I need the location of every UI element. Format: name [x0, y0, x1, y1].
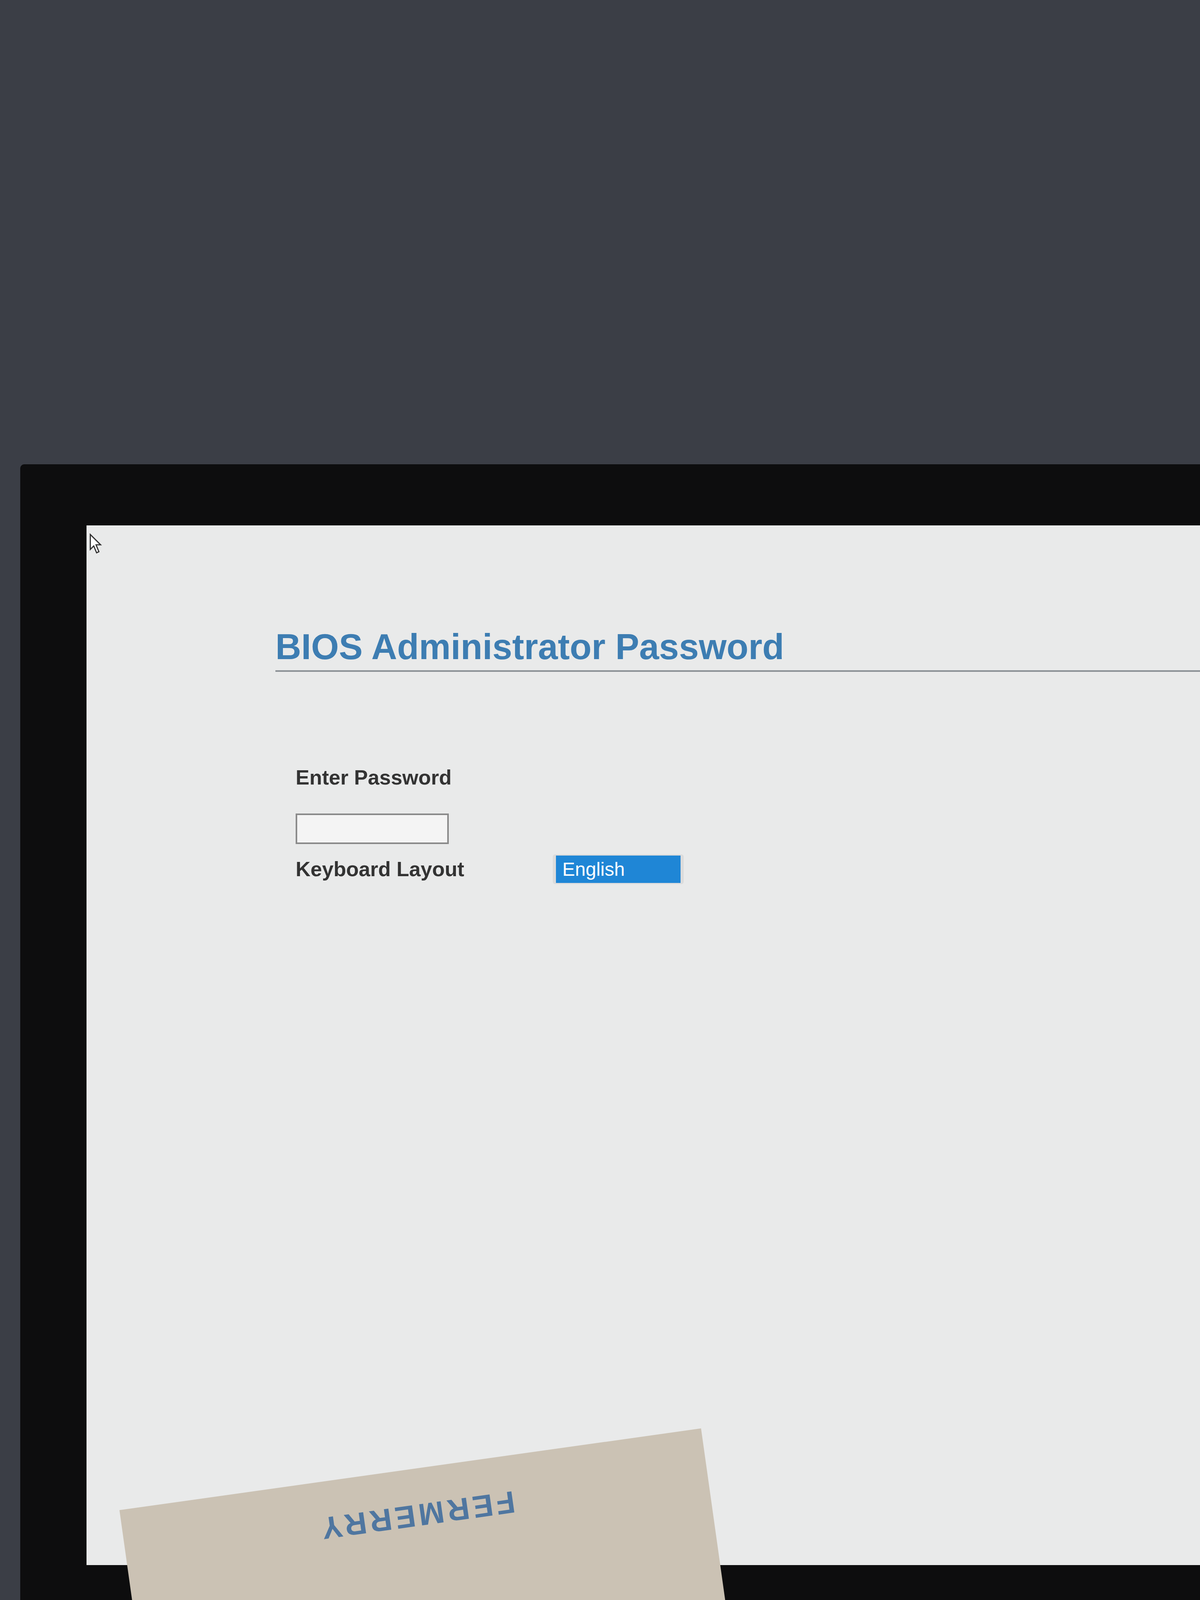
mouse-cursor-icon [88, 533, 104, 554]
password-field[interactable] [295, 813, 449, 845]
keyboard-layout-label: Keyboard Layout [295, 856, 553, 882]
page-title: BIOS Administrator Password [275, 626, 1200, 668]
password-label: Enter Password [295, 765, 1200, 790]
password-form: Enter Password Keyboard LayoutEnglish [295, 765, 1200, 885]
wall [0, 0, 1200, 465]
monitor-bezel: BIOS Administrator Password Enter Passwor… [20, 464, 1200, 1600]
title-bar: BIOS Administrator Password [275, 626, 1200, 672]
box-brand-label: FERMERRY [316, 1482, 518, 1548]
bios-screen: BIOS Administrator Password Enter Passwor… [86, 525, 1200, 1566]
keyboard-layout-dropdown[interactable]: English [552, 854, 684, 885]
photo-scene: BIOS Administrator Password Enter Passwor… [0, 0, 1200, 1600]
keyboard-layout-row: Keyboard LayoutEnglish [295, 854, 1200, 885]
